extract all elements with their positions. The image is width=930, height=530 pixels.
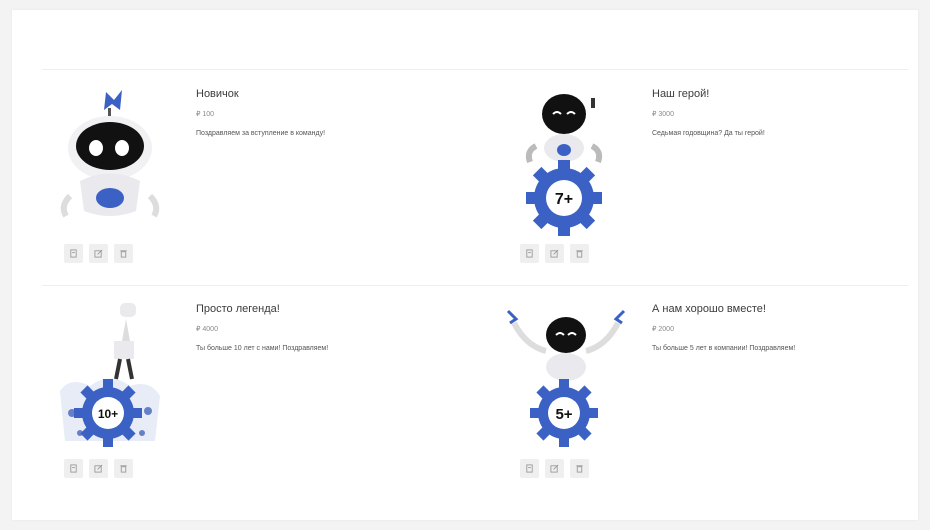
trash-icon [120,250,127,258]
achievement-title: А нам хорошо вместе! [652,303,766,315]
trash-icon [120,465,127,473]
delete-button[interactable] [114,459,133,478]
achievement-points: ₽ 4000 [196,326,218,333]
archive-icon [70,249,77,258]
archive-icon [70,464,77,473]
card-actions [520,244,589,263]
achievement-description: Ты больше 5 лет в компании! Поздравляем! [652,345,796,352]
edit-button[interactable] [89,459,108,478]
achievement-description: Поздравляем за вступление в команду! [196,130,326,137]
edit-icon [550,249,559,258]
robot-gear-illustration: 7+ [506,86,626,236]
achievement-card: 10+ Просто легенда! ₽ 4000 Ты больше 10 … [50,301,470,506]
edit-icon [550,464,559,473]
achievement-description: Ты больше 10 лет с нами! Поздравляем! [196,345,329,352]
archive-button[interactable] [520,244,539,263]
gear-badge-label: 7+ [555,191,573,208]
achievement-points: ₽ 3000 [652,111,674,118]
achievement-card: 7+ Наш герой! ₽ 3000 Седьмая годовщина? … [506,86,926,291]
edit-button[interactable] [545,459,564,478]
gear-badge-label: 10+ [98,407,118,421]
robot-gear-illustration: 10+ [50,301,170,451]
archive-icon [526,249,533,258]
card-actions [64,459,133,478]
achievement-description: Седьмая годовщина? Да ты герой! [652,130,765,137]
edit-icon [94,464,103,473]
edit-button[interactable] [89,244,108,263]
archive-button[interactable] [64,459,83,478]
archive-button[interactable] [64,244,83,263]
archive-icon [526,464,533,473]
achievement-title: Новичок [196,88,239,100]
robot-illustration [50,86,170,236]
divider [42,69,908,70]
edit-button[interactable] [545,244,564,263]
delete-button[interactable] [114,244,133,263]
achievement-card: 5+ А нам хорошо вместе! ₽ 2000 Ты больше… [506,301,926,506]
card-actions [64,244,133,263]
card-actions [520,459,589,478]
achievement-points: ₽ 100 [196,111,215,118]
achievement-title: Наш герой! [652,88,710,100]
achievement-points: ₽ 2000 [652,326,674,333]
gear-badge-label: 5+ [555,406,572,423]
achievement-card: Новичок ₽ 100 Поздравляем за вступление … [50,86,470,291]
achievement-title: Просто легенда! [196,303,280,315]
robot-gear-illustration: 5+ [506,301,626,451]
archive-button[interactable] [520,459,539,478]
trash-icon [576,250,583,258]
delete-button[interactable] [570,459,589,478]
achievements-page: Новичок ₽ 100 Поздравляем за вступление … [12,10,918,520]
delete-button[interactable] [570,244,589,263]
trash-icon [576,465,583,473]
edit-icon [94,249,103,258]
